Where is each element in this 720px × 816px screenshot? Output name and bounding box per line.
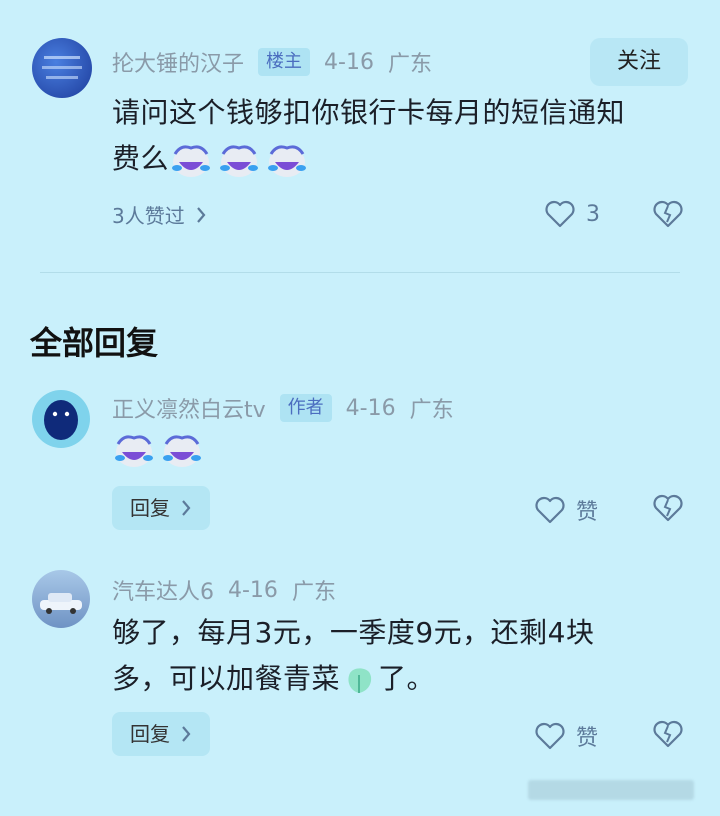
username[interactable]: 抡大锤的汉子: [112, 46, 244, 78]
username[interactable]: 汽车达人6: [112, 574, 214, 606]
follow-button[interactable]: 关注: [590, 38, 688, 86]
comment-date: 4-16: [324, 49, 374, 75]
avatar-pattern-icon: [42, 56, 82, 79]
avatar[interactable]: [32, 570, 90, 628]
likes-summary: 3人赞过: [112, 204, 185, 228]
like-label: 赞: [576, 500, 599, 525]
reply-header: 汽车达人6 4-16 广东: [112, 574, 336, 606]
reply-date: 4-16: [228, 577, 278, 603]
reply-button[interactable]: 回复: [112, 486, 210, 530]
heart-icon: [534, 496, 566, 524]
username[interactable]: 正义凛然白云tv: [112, 392, 266, 424]
reply-date: 4-16: [345, 395, 396, 421]
reply-text-line: 够了，每月3元，一季度9元，还剩4块: [112, 616, 595, 649]
comment-header: 抡大锤的汉子 楼主 4-16 广东: [112, 46, 432, 78]
watermark: [528, 780, 694, 800]
broken-heart-icon: [652, 200, 684, 228]
reply-location: 广东: [409, 398, 454, 423]
like-count: 3: [586, 201, 600, 227]
comment-location: 广东: [387, 52, 432, 77]
laughing-crying-emoji-icon: [169, 140, 213, 180]
like-button[interactable]: 赞: [534, 720, 598, 752]
laughing-crying-emoji-icon: [265, 140, 309, 180]
reply-header: 正义凛然白云tv 作者 4-16 广东: [112, 392, 454, 424]
reply-text-line-2: 多，可以加餐青菜 了。: [112, 662, 436, 695]
reply-button[interactable]: 回复: [112, 712, 210, 756]
comment-text-line-2: 费么: [112, 136, 702, 182]
reply-emoji-row: [112, 430, 208, 470]
chevron-right-icon: [195, 205, 207, 225]
follow-label: 关注: [616, 49, 661, 74]
section-title: 全部回复: [30, 324, 159, 362]
likes-summary-link[interactable]: 3人赞过: [112, 200, 207, 229]
reply-label: 回复: [130, 722, 170, 746]
like-button[interactable]: 赞: [534, 494, 598, 526]
laughing-crying-emoji-icon: [112, 430, 156, 470]
car-avatar-icon: [40, 593, 82, 614]
reply-label: 回复: [130, 496, 170, 520]
avatar[interactable]: [32, 38, 92, 98]
chevron-right-icon: [180, 724, 192, 744]
dislike-button[interactable]: [652, 720, 684, 752]
chevron-right-icon: [180, 498, 192, 518]
like-label: 赞: [576, 726, 599, 751]
author-badge: 作者: [279, 394, 332, 422]
vegetable-emoji-icon: [348, 668, 372, 693]
avatar[interactable]: [32, 390, 90, 448]
comment-text: 请问这个钱够扣你银行卡每月的短信通知 费么: [112, 90, 702, 182]
dislike-button[interactable]: [652, 200, 684, 232]
broken-heart-icon: [652, 720, 684, 748]
reply-location: 广东: [291, 580, 336, 605]
heart-icon: [534, 722, 566, 750]
ghost-avatar-icon: [44, 400, 78, 440]
laughing-crying-emoji-icon: [160, 430, 204, 470]
op-badge: 楼主: [258, 48, 311, 76]
dislike-button[interactable]: [652, 494, 684, 526]
like-button[interactable]: 3: [544, 200, 600, 228]
reply-text: 够了，每月3元，一季度9元，还剩4块 多，可以加餐青菜 了。: [112, 610, 702, 702]
heart-icon: [544, 200, 576, 228]
divider: [40, 272, 680, 273]
comment-text-line: 请问这个钱够扣你银行卡每月的短信通知: [112, 96, 626, 129]
laughing-crying-emoji-icon: [217, 140, 261, 180]
broken-heart-icon: [652, 494, 684, 522]
